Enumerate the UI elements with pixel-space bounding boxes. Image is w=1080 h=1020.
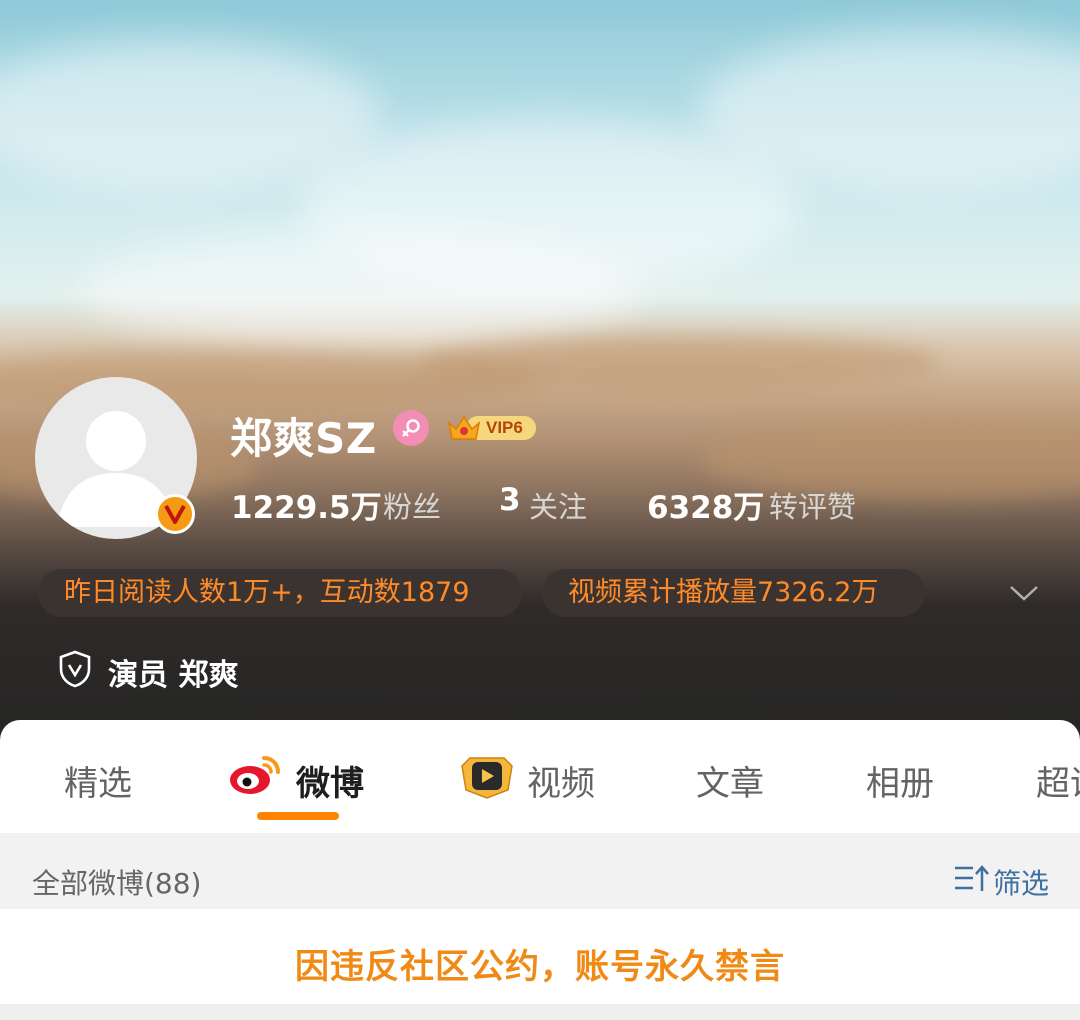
- video-plays-pill[interactable]: 视频累计播放量7326.2万: [542, 569, 925, 617]
- vip-badge[interactable]: VIP6: [446, 413, 538, 441]
- certification-text: 演员 郑爽: [108, 658, 239, 693]
- active-tab-indicator: [257, 812, 339, 820]
- tab-articles[interactable]: 文章: [696, 756, 764, 805]
- tab-featured[interactable]: 精选: [64, 756, 132, 805]
- video-channel-icon: [461, 757, 513, 799]
- likes-label[interactable]: 转评赞: [769, 484, 856, 526]
- reading-stats-pill[interactable]: 昨日阅读人数1万+，互动数1879: [38, 569, 522, 617]
- fans-label[interactable]: 粉丝: [383, 484, 441, 526]
- following-count[interactable]: 3: [499, 482, 521, 518]
- account-ban-notice: 因违反社区公约，账号永久禁言: [0, 909, 1080, 1004]
- ban-notice-text: 因违反社区公约，账号永久禁言: [295, 947, 785, 987]
- tab-video[interactable]: 视频: [527, 756, 595, 805]
- tab-super-topic[interactable]: 超话: [1036, 756, 1080, 805]
- profile-name: 郑爽SZ: [230, 414, 377, 463]
- profile-header-cover: [0, 0, 1080, 740]
- tab-albums[interactable]: 相册: [866, 756, 934, 805]
- fans-count[interactable]: 1229.5万: [231, 482, 382, 527]
- following-label[interactable]: 关注: [529, 484, 587, 526]
- profile-tabs: 精选 微博 视频 文章 相册 超话: [0, 720, 1080, 833]
- crown-icon: [447, 415, 481, 440]
- verified-v-icon: [155, 494, 195, 534]
- weibo-logo-icon: [230, 756, 280, 794]
- tab-weibo[interactable]: 微博: [296, 756, 364, 805]
- female-gender-icon: [393, 410, 429, 446]
- vip-label: VIP6: [486, 418, 523, 437]
- shield-icon: [59, 650, 91, 688]
- likes-count[interactable]: 6328万: [647, 482, 764, 527]
- chevron-down-icon[interactable]: [1008, 580, 1040, 606]
- bottom-divider: [0, 1004, 1080, 1020]
- filter-button[interactable]: 筛选: [993, 862, 1049, 902]
- filter-sort-icon[interactable]: [953, 864, 989, 894]
- all-posts-count[interactable]: 全部微博(88): [32, 862, 201, 902]
